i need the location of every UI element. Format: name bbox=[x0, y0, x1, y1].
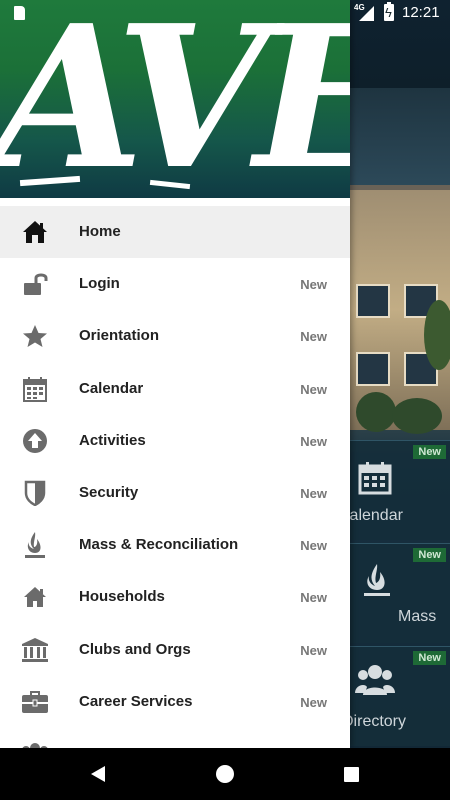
recents-button[interactable] bbox=[321, 748, 381, 800]
tree bbox=[392, 398, 442, 434]
navigation-drawer: AVE Home Login New Orientation New bbox=[0, 0, 350, 748]
status-clock: 12:21 bbox=[402, 4, 440, 21]
menu-item-home[interactable]: Home bbox=[0, 206, 350, 259]
new-badge: New bbox=[300, 277, 327, 293]
building-window bbox=[356, 284, 390, 318]
menu-item-label: Households bbox=[79, 588, 165, 606]
flame-icon bbox=[362, 562, 392, 603]
tile-mass[interactable]: New Mass bbox=[350, 543, 450, 643]
new-badge: New bbox=[300, 590, 327, 606]
menu-item-career-services[interactable]: Career Services New bbox=[0, 676, 350, 728]
tile-calendar[interactable]: New Calendar bbox=[338, 440, 450, 540]
status-bar: 4G 12:21 bbox=[0, 0, 450, 26]
back-button[interactable] bbox=[68, 748, 128, 800]
new-badge: New bbox=[300, 642, 327, 658]
calendar-icon bbox=[358, 461, 392, 500]
menu-item-households[interactable]: Households New bbox=[0, 571, 350, 623]
menu-item-orientation[interactable]: Orientation New bbox=[0, 310, 350, 362]
tile-new-badge: New bbox=[413, 548, 446, 562]
menu-item-security[interactable]: Security New bbox=[0, 467, 350, 519]
menu-item-label: Mass & Reconciliation bbox=[79, 536, 239, 554]
menu-item-activities[interactable]: Activities New bbox=[0, 415, 350, 467]
flame-icon bbox=[20, 532, 50, 559]
menu-item-clubs-orgs[interactable]: Clubs and Orgs New bbox=[0, 624, 350, 676]
tile-label: Directory bbox=[342, 713, 407, 730]
menu-item-label: Login bbox=[79, 275, 120, 293]
menu-item-calendar[interactable]: Calendar New bbox=[0, 363, 350, 415]
people-icon bbox=[355, 663, 395, 702]
shield-icon bbox=[20, 480, 50, 506]
battery-charging-icon bbox=[384, 2, 394, 21]
recents-square-icon bbox=[343, 766, 359, 782]
menu-item-label: Career Services bbox=[79, 692, 193, 710]
new-badge: New bbox=[300, 538, 327, 554]
signal-icon bbox=[359, 6, 374, 21]
bank-icon bbox=[20, 637, 50, 663]
arrow-up-circle-icon bbox=[20, 428, 50, 454]
tile-label: Mass bbox=[398, 608, 437, 625]
menu-item-label: Home bbox=[79, 223, 121, 240]
new-badge: New bbox=[300, 694, 327, 710]
building-window bbox=[356, 352, 390, 386]
home-button[interactable] bbox=[195, 748, 255, 800]
menu-item-label: Orientation bbox=[79, 327, 160, 345]
brand-logo-text: AVE bbox=[0, 0, 350, 198]
new-badge: New bbox=[300, 485, 327, 501]
house-icon bbox=[20, 584, 50, 610]
menu-item-partial[interactable] bbox=[0, 728, 350, 748]
people-icon bbox=[20, 741, 50, 748]
tile-directory[interactable]: New Directory bbox=[342, 646, 450, 746]
system-navigation-bar bbox=[0, 748, 450, 800]
drawer-menu: Home Login New Orientation New Calendar … bbox=[0, 206, 350, 748]
menu-item-label: Activities bbox=[79, 431, 146, 449]
calendar-icon bbox=[20, 376, 50, 402]
new-badge: New bbox=[300, 433, 327, 449]
briefcase-icon bbox=[20, 689, 50, 715]
star-icon bbox=[20, 323, 50, 349]
tile-new-badge: New bbox=[413, 445, 446, 459]
home-circle-icon bbox=[216, 765, 234, 783]
menu-item-login[interactable]: Login New bbox=[0, 258, 350, 310]
home-icon bbox=[20, 219, 50, 245]
menu-item-mass-reconciliation[interactable]: Mass & Reconciliation New bbox=[0, 519, 350, 571]
new-badge: New bbox=[300, 381, 327, 397]
menu-item-label: Clubs and Orgs bbox=[79, 640, 191, 658]
drawer-header-banner: AVE bbox=[0, 0, 350, 198]
tile-new-badge: New bbox=[413, 651, 446, 665]
palm-tree bbox=[424, 300, 450, 370]
back-triangle-icon bbox=[91, 766, 105, 782]
tree bbox=[356, 392, 396, 432]
sd-card-icon bbox=[14, 6, 25, 20]
menu-item-label: Calendar bbox=[79, 379, 144, 397]
new-badge: New bbox=[300, 329, 327, 345]
menu-item-label: Security bbox=[79, 483, 139, 501]
unlock-icon bbox=[20, 271, 50, 297]
